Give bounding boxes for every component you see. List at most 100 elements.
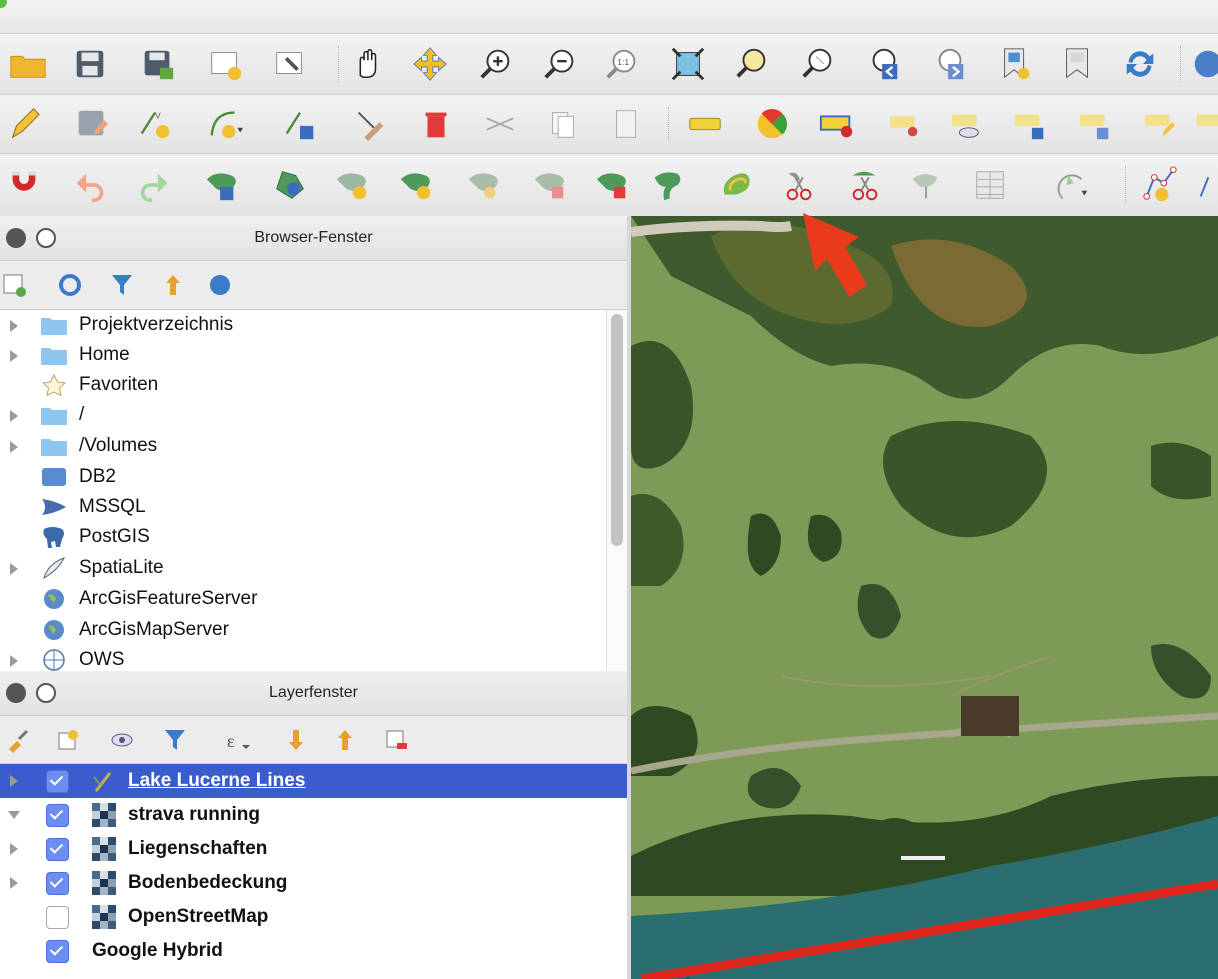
layer-row-strava-running[interactable]: strava running <box>0 798 627 832</box>
browser-item[interactable]: DB2 <box>0 462 606 492</box>
browser-item[interactable]: / <box>0 400 606 430</box>
new-bookmark-icon[interactable] <box>996 44 1036 84</box>
browser-item[interactable]: Home <box>0 340 606 370</box>
expand-arrow-icon[interactable] <box>10 843 18 855</box>
label-toolbar-icon[interactable] <box>685 104 725 144</box>
layer-visibility-checkbox[interactable] <box>46 838 69 861</box>
manage-visibility-icon[interactable] <box>107 725 137 755</box>
layer-visibility-checkbox[interactable] <box>46 906 69 929</box>
layer-visibility-checkbox[interactable] <box>46 804 69 827</box>
undo-icon[interactable] <box>70 165 110 205</box>
zoom-in-icon[interactable] <box>476 44 516 84</box>
window-zoom-button[interactable] <box>0 0 7 8</box>
pan-to-selection-icon[interactable] <box>410 44 450 84</box>
expand-arrow-icon[interactable] <box>10 320 18 332</box>
style-brush-icon[interactable] <box>3 725 33 755</box>
expand-arrow-icon[interactable] <box>10 350 18 362</box>
zoom-out-icon[interactable] <box>540 44 580 84</box>
zoom-next-icon[interactable] <box>930 44 970 84</box>
delete-selected-icon[interactable] <box>416 104 456 144</box>
collapse-arrow-icon[interactable] <box>8 811 20 819</box>
browser-scrollbar-thumb[interactable] <box>611 314 623 546</box>
browser-item[interactable]: SpatiaLite <box>0 553 606 583</box>
change-label-icon[interactable] <box>1140 104 1180 144</box>
pin-labels-icon[interactable] <box>817 104 857 144</box>
browser-item[interactable]: MSSQL <box>0 492 606 522</box>
move-label-icon[interactable] <box>1010 104 1050 144</box>
zoom-to-selection-icon[interactable] <box>732 44 772 84</box>
reshape-features-icon[interactable] <box>648 165 688 205</box>
save-edits-icon[interactable] <box>72 104 112 144</box>
collapse-all-icon[interactable] <box>158 270 188 300</box>
add-group-icon[interactable] <box>53 725 83 755</box>
layer-row-bodenbedeckung[interactable]: Bodenbedeckung <box>0 866 627 900</box>
expand-arrow-icon[interactable] <box>10 441 18 453</box>
paste-features-icon[interactable] <box>606 104 646 144</box>
zoom-last-icon[interactable] <box>864 44 904 84</box>
highlight-pinned-icon[interactable] <box>885 104 925 144</box>
delete-part-icon[interactable] <box>592 165 632 205</box>
move-feature-icon[interactable] <box>280 104 320 144</box>
save-as-icon[interactable] <box>138 44 178 84</box>
browser-scrollbar[interactable] <box>606 310 628 671</box>
expand-arrow-icon[interactable] <box>10 877 18 889</box>
label-properties-icon[interactable] <box>1192 104 1218 144</box>
node-editor-icon[interactable] <box>1140 165 1180 205</box>
expand-arrow-icon[interactable] <box>10 775 18 787</box>
zoom-to-layer-icon[interactable] <box>798 44 838 84</box>
layer-visibility-checkbox[interactable] <box>46 872 69 895</box>
add-feature-icon[interactable]: V <box>135 104 175 144</box>
snapping-magnet-icon[interactable] <box>4 165 44 205</box>
add-circular-string-icon[interactable] <box>205 104 245 144</box>
browser-item[interactable]: PostGIS <box>0 522 606 552</box>
browser-item[interactable]: /Volumes <box>0 431 606 461</box>
pan-hand-icon[interactable] <box>346 44 386 84</box>
filter-browser-icon[interactable] <box>107 270 137 300</box>
merge-selected-icon[interactable] <box>906 165 946 205</box>
help-icon[interactable] <box>1188 44 1218 84</box>
browser-item[interactable]: ArcGisMapServer <box>0 615 606 645</box>
delete-ring-icon[interactable] <box>530 165 570 205</box>
toggle-editing-icon[interactable] <box>4 104 44 144</box>
zoom-native-icon[interactable]: 1:1 <box>602 44 642 84</box>
expand-arrow-icon[interactable] <box>10 563 18 575</box>
diagram-icon[interactable] <box>752 104 792 144</box>
properties-info-icon[interactable] <box>205 270 235 300</box>
layer-row-openstreetmap[interactable]: OpenStreetMap <box>0 900 627 934</box>
node-tool-icon[interactable] <box>350 104 390 144</box>
browser-item[interactable]: Favoriten <box>0 370 606 400</box>
browser-item[interactable]: Projektverzeichnis <box>0 310 606 340</box>
rotate-label-icon[interactable] <box>1075 104 1115 144</box>
map-canvas[interactable]: hlistrasse <box>631 216 1218 979</box>
layer-visibility-checkbox[interactable] <box>46 940 69 963</box>
add-selected-layers-icon[interactable] <box>0 270 29 300</box>
new-print-composer-icon[interactable] <box>205 44 245 84</box>
split-parts-icon[interactable] <box>846 165 886 205</box>
add-part-icon[interactable] <box>396 165 436 205</box>
layer-row-google-hybrid[interactable]: Google Hybrid <box>0 934 627 968</box>
expand-arrow-icon[interactable] <box>10 410 18 422</box>
layer-visibility-checkbox[interactable] <box>46 770 69 793</box>
merge-attributes-icon[interactable] <box>970 165 1010 205</box>
offset-curve-icon[interactable] <box>716 165 756 205</box>
layer-row-liegenschaften[interactable]: Liegenschaften <box>0 832 627 866</box>
expand-all-icon[interactable] <box>281 725 311 755</box>
filter-expression-icon[interactable]: ε <box>223 725 253 755</box>
save-project-icon[interactable] <box>70 44 110 84</box>
collapse-all-layers-icon[interactable] <box>330 725 360 755</box>
remove-layer-icon[interactable] <box>381 725 411 755</box>
browser-item[interactable]: OWS <box>0 645 606 671</box>
cut-features-icon[interactable] <box>480 104 520 144</box>
redo-icon[interactable] <box>134 165 174 205</box>
node-editor-more-icon[interactable] <box>1194 165 1218 205</box>
fill-ring-icon[interactable] <box>464 165 504 205</box>
browser-item[interactable]: ArcGisFeatureServer <box>0 584 606 614</box>
zoom-full-icon[interactable] <box>668 44 708 84</box>
split-features-icon[interactable] <box>780 165 820 205</box>
rotate-feature-icon[interactable] <box>202 165 242 205</box>
open-project-icon[interactable] <box>8 44 48 84</box>
filter-legend-icon[interactable] <box>160 725 190 755</box>
show-hide-labels-icon[interactable] <box>947 104 987 144</box>
show-bookmarks-icon[interactable] <box>1058 44 1098 84</box>
refresh-icon[interactable] <box>1120 44 1160 84</box>
